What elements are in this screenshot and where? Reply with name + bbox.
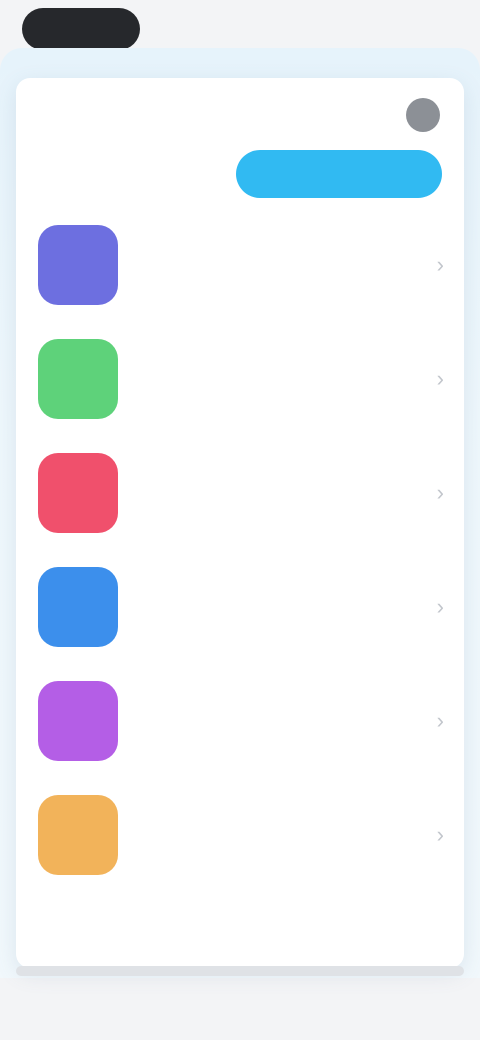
list-item-text bbox=[136, 376, 406, 382]
app-icon bbox=[38, 225, 118, 305]
chevron-right-icon: › bbox=[436, 594, 444, 619]
list-item[interactable]: › bbox=[16, 322, 464, 436]
app-icon bbox=[38, 795, 118, 875]
chevron-right-icon: › bbox=[436, 708, 444, 733]
chevron-right-icon: › bbox=[436, 480, 444, 505]
bottom-toolbar bbox=[16, 966, 464, 976]
status-bar-pill bbox=[22, 8, 140, 50]
chevron-right-icon: › bbox=[436, 822, 444, 847]
list-item-text bbox=[136, 262, 406, 268]
avatar[interactable] bbox=[406, 98, 440, 132]
list-item-text bbox=[136, 604, 406, 610]
list-item[interactable]: › bbox=[16, 550, 464, 664]
app-icon bbox=[38, 339, 118, 419]
list-item-text bbox=[136, 832, 406, 838]
chevron-right-icon: › bbox=[436, 366, 444, 391]
app-icon bbox=[38, 681, 118, 761]
list-item[interactable]: › bbox=[16, 436, 464, 550]
item-list: › › › › › › bbox=[16, 208, 464, 892]
content-panel: › › › › › › bbox=[16, 78, 464, 968]
app-icon bbox=[38, 567, 118, 647]
list-item-text bbox=[136, 490, 406, 496]
primary-action-button[interactable] bbox=[236, 150, 442, 198]
app-icon bbox=[38, 453, 118, 533]
list-item-text bbox=[136, 718, 406, 724]
list-item[interactable]: › bbox=[16, 778, 464, 892]
chevron-right-icon: › bbox=[436, 252, 444, 277]
list-item[interactable]: › bbox=[16, 664, 464, 778]
list-item[interactable]: › bbox=[16, 208, 464, 322]
